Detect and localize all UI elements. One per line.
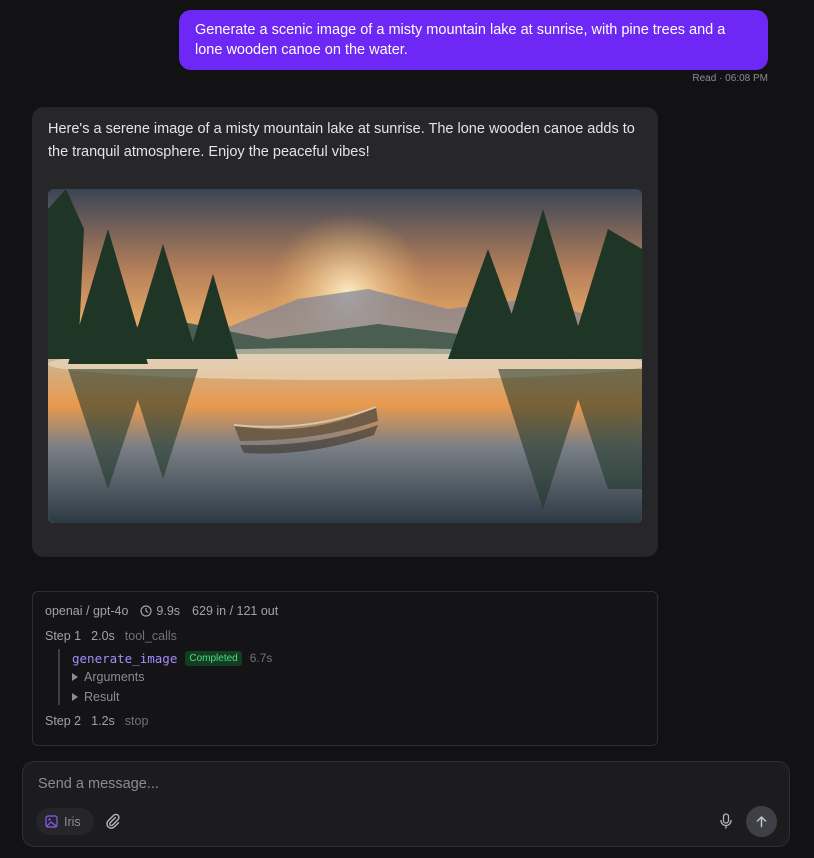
message-composer: Iris [22, 761, 790, 847]
arguments-label: Arguments [84, 670, 145, 684]
user-message-text: Generate a scenic image of a misty mount… [195, 22, 726, 58]
caret-right-icon [72, 693, 78, 701]
paperclip-icon [106, 813, 120, 829]
assistant-message-bubble: Here's a serene image of a misty mountai… [32, 107, 658, 557]
arguments-toggle[interactable]: Arguments [72, 667, 458, 687]
clock-icon [140, 605, 153, 617]
step-kind: tool_calls [124, 629, 177, 643]
persona-selector[interactable]: Iris [36, 808, 94, 835]
tool-call-block: generate_image Completed 6.7s Arguments … [58, 649, 458, 705]
voice-input-button[interactable] [716, 811, 736, 831]
step-time: 2.0s [91, 629, 115, 643]
step-time: 1.2s [91, 714, 115, 728]
run-duration: 9.9s [140, 604, 180, 618]
tool-name: generate_image [72, 650, 178, 666]
read-status: Read · 06:08 PM [692, 73, 768, 84]
attach-button[interactable] [103, 811, 123, 831]
generated-image[interactable] [48, 189, 642, 523]
result-label: Result [84, 690, 120, 704]
persona-name: Iris [64, 814, 81, 829]
step-label: Step 2 [45, 714, 82, 728]
message-input[interactable] [38, 774, 638, 794]
tool-time: 6.7s [249, 651, 273, 665]
step-kind: stop [124, 714, 149, 728]
caret-right-icon [72, 673, 78, 681]
trace-step-2: Step 2 1.2s stop [45, 714, 148, 728]
run-trace-panel: openai / gpt-4o 9.9s 629 in / 121 out St… [32, 591, 658, 746]
arrow-up-icon [756, 816, 767, 828]
send-button[interactable] [746, 806, 777, 837]
result-toggle[interactable]: Result [72, 687, 458, 707]
duration-value: 9.9s [156, 604, 181, 618]
token-count: 629 in / 121 out [192, 604, 279, 618]
trace-header: openai / gpt-4o 9.9s 629 in / 121 out [45, 604, 278, 618]
model-name: openai / gpt-4o [45, 604, 129, 618]
microphone-icon [720, 813, 732, 829]
step-label: Step 1 [45, 629, 82, 643]
image-icon [45, 815, 58, 828]
status-badge: Completed [185, 650, 242, 666]
tool-call-header: generate_image Completed 6.7s [72, 649, 458, 667]
user-message-bubble: Generate a scenic image of a misty mount… [179, 10, 768, 70]
trace-step-1: Step 1 2.0s tool_calls [45, 629, 177, 643]
assistant-message-text: Here's a serene image of a misty mountai… [48, 121, 635, 160]
